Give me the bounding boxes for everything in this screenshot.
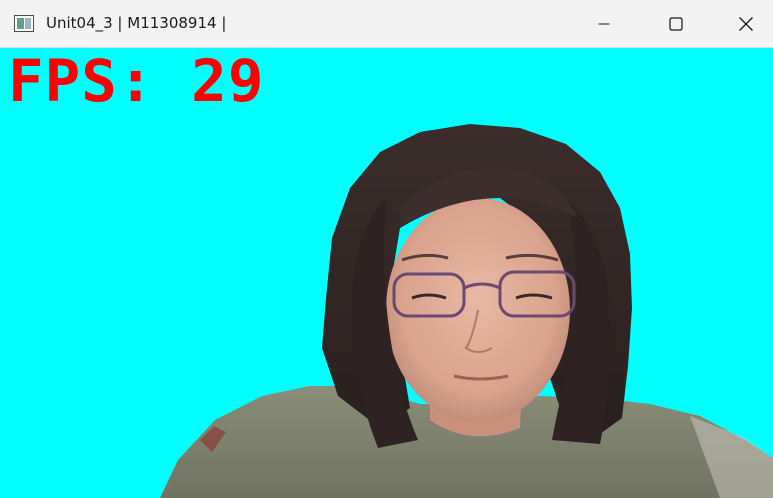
minimize-button[interactable] bbox=[569, 0, 639, 47]
close-button[interactable] bbox=[711, 0, 773, 47]
app-window: Unit04_3 | M11308914 | FPS: 29 bbox=[0, 0, 773, 498]
opencv-window-icon bbox=[14, 15, 34, 32]
fps-counter: FPS: 29 bbox=[8, 48, 265, 115]
maximize-button[interactable] bbox=[641, 0, 711, 47]
window-title: Unit04_3 | M11308914 | bbox=[46, 14, 227, 32]
video-frame: FPS: 29 bbox=[0, 48, 773, 498]
minimize-icon bbox=[598, 23, 610, 24]
maximize-icon bbox=[669, 16, 683, 31]
close-icon bbox=[739, 16, 753, 31]
webcam-subject-image bbox=[160, 124, 773, 498]
title-bar[interactable]: Unit04_3 | M11308914 | bbox=[0, 0, 773, 48]
